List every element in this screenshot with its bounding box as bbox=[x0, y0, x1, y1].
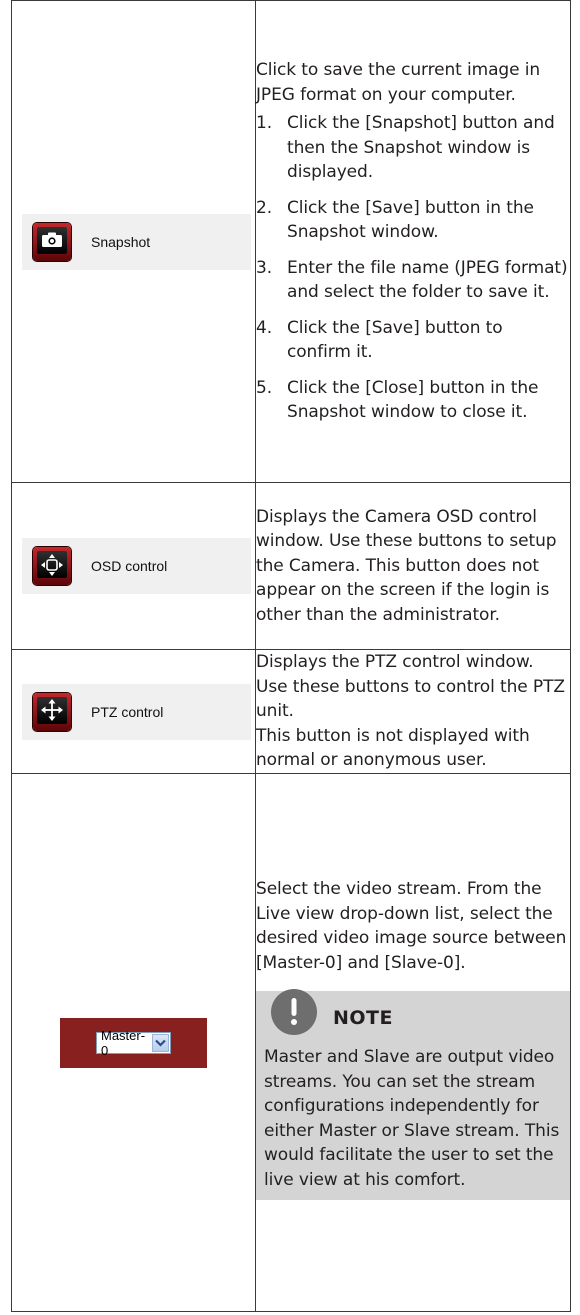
list-item: 5. Click the [Close] button in the Snapsh… bbox=[256, 377, 539, 423]
table-row-stream: Master-0 Select the video stream. From t… bbox=[11, 773, 571, 1312]
osd-control-button[interactable] bbox=[33, 547, 71, 585]
osd-directional-icon bbox=[41, 553, 63, 576]
live-view-select[interactable]: Master-0 bbox=[96, 1028, 171, 1058]
description-cell: Click to save the current image in JPEG … bbox=[255, 0, 571, 483]
list-item: 4. Click the [Save] button to confirm it. bbox=[256, 317, 503, 363]
select-value: Master-0 bbox=[101, 1027, 146, 1058]
osd-description: Displays the Camera OSD control window. … bbox=[256, 506, 557, 625]
select-arrow[interactable] bbox=[152, 1033, 169, 1052]
list-item: 1. Click the [Snapshot] button and then t… bbox=[256, 113, 555, 183]
list-item: 3. Enter the file name (JPEG format) and … bbox=[256, 257, 568, 303]
table-row-snapshot: Snapshot Click to save the current image… bbox=[11, 0, 571, 483]
note-box: NOTE Master and Slave are output video s… bbox=[256, 989, 570, 1200]
description-cell: Displays the Camera OSD control window. … bbox=[255, 482, 571, 650]
ptz-description: Displays the PTZ control window. Use the… bbox=[256, 652, 565, 722]
snapshot-intro: Click to save the current image in JPEG … bbox=[256, 60, 541, 105]
exclamation-icon bbox=[271, 989, 317, 1035]
ptz-button-strip: PTZ control bbox=[22, 683, 251, 740]
live-view-select-bar: Master-0 bbox=[60, 1017, 207, 1068]
camera-icon bbox=[42, 232, 62, 247]
description-cell: Displays the PTZ control window. Use the… bbox=[255, 649, 571, 774]
button-cell: Snapshot bbox=[11, 0, 256, 483]
osd-button-strip: OSD control bbox=[22, 538, 251, 594]
osd-control-label: OSD control bbox=[91, 558, 168, 574]
chevron-down-icon bbox=[155, 1039, 166, 1047]
button-cell: Master-0 bbox=[11, 773, 256, 1312]
ptz-control-label: PTZ control bbox=[91, 703, 164, 720]
note-header: NOTE bbox=[264, 989, 562, 1045]
snapshot-button[interactable] bbox=[33, 222, 71, 261]
snapshot-button-strip: Snapshot bbox=[22, 213, 251, 270]
snapshot-steps: 1. Click the [Snapshot] button and then t… bbox=[256, 111, 570, 425]
feature-table: Snapshot Click to save the current image… bbox=[11, 0, 571, 1312]
table-row-osd: OSD control Displays the Camera OSD cont… bbox=[11, 482, 571, 650]
ptz-control-button[interactable] bbox=[33, 692, 71, 731]
list-item: 2. Click the [Save] button in the Snapsho… bbox=[256, 197, 534, 243]
snapshot-label: Snapshot bbox=[91, 233, 151, 250]
description-cell: Select the video stream. From the Live v… bbox=[255, 773, 571, 1312]
button-cell: OSD control bbox=[11, 482, 256, 650]
ptz-description-note: This button is not displayed with normal… bbox=[256, 725, 530, 771]
table-row-ptz: PTZ control Displays the PTZ control win… bbox=[11, 649, 571, 774]
note-text: Master and Slave are output video stream… bbox=[264, 1047, 560, 1190]
button-cell: PTZ control bbox=[11, 649, 256, 774]
note-title: NOTE bbox=[333, 1006, 393, 1029]
ptz-arrows-icon bbox=[41, 699, 63, 721]
stream-description: Select the video stream. From the Live v… bbox=[256, 879, 567, 973]
